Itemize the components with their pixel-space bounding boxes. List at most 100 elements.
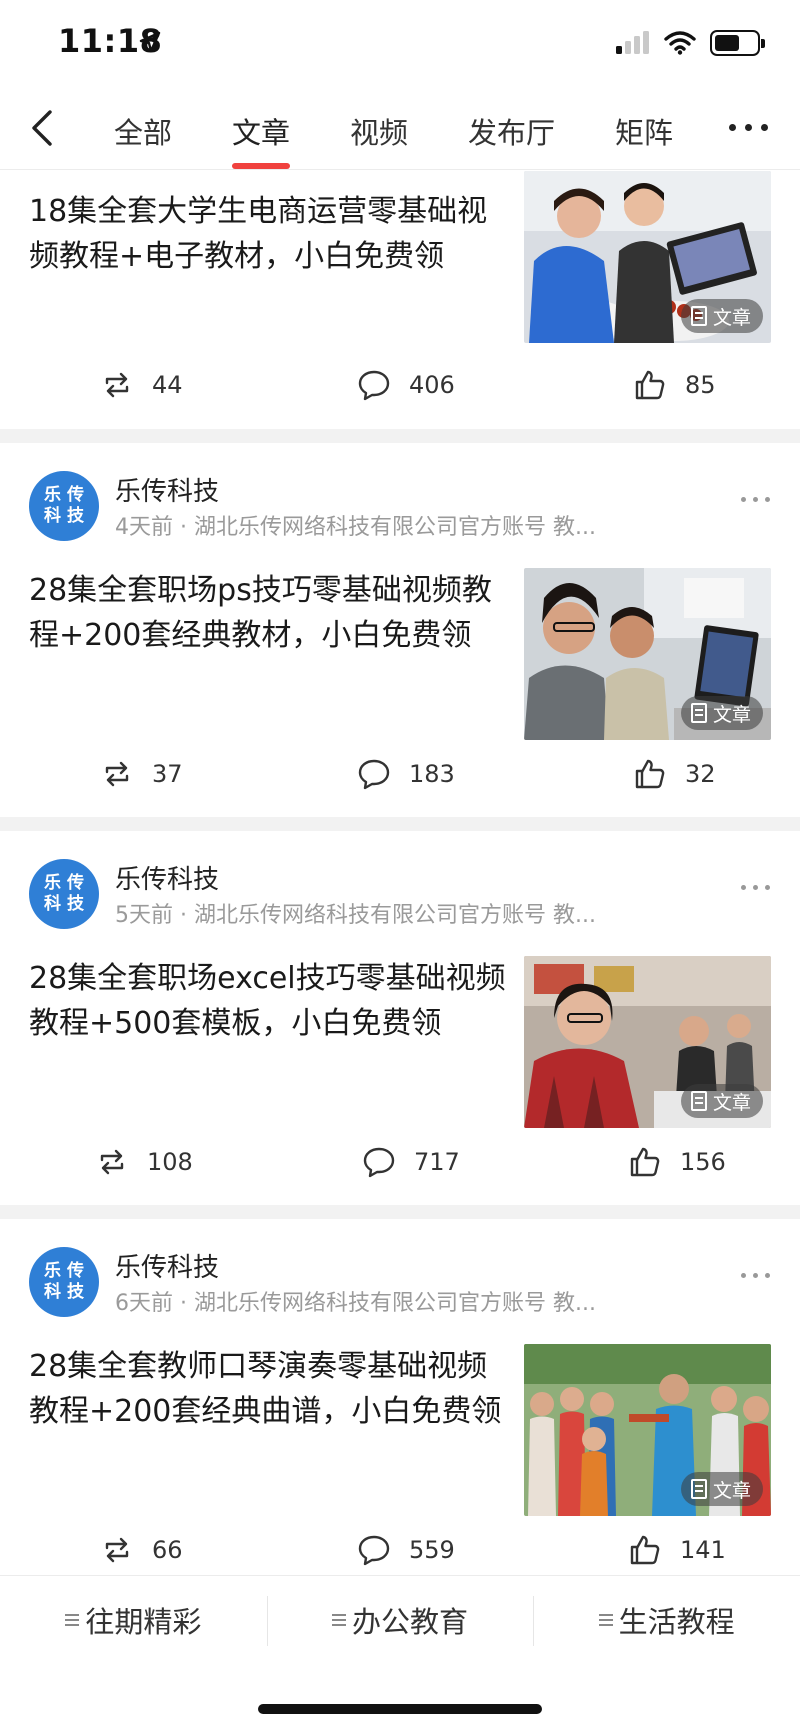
card-more-icon[interactable] [741,497,770,502]
card-separator [0,429,800,443]
article-title[interactable]: 18集全套大学生电商运营零基础视频教程+电子教材，小白免费领 [29,189,509,279]
author-avatar[interactable]: 乐传 科技 [29,471,99,541]
comment-icon [358,759,390,790]
bottom-item-past-highlights[interactable]: 往期精彩 [0,1576,267,1663]
thumbs-up-icon [630,1147,660,1177]
badge-label: 文章 [712,703,751,726]
badge-label: 文章 [712,1091,751,1114]
thumbs-up-icon [635,759,665,789]
article-actions: 37 183 32 [0,749,800,799]
document-icon [690,1479,707,1499]
article-card[interactable]: 乐传 科技 乐传科技 5天前 · 湖北乐传网络科技有限公司官方账号 教... 2… [0,831,800,1205]
article-card[interactable]: 乐传 科技 乐传科技 6天前 · 湖北乐传网络科技有限公司官方账号 教... 2… [0,1219,800,1593]
article-thumbnail[interactable]: 文章 [524,1344,771,1516]
author-avatar[interactable]: 乐传 科技 [29,1247,99,1317]
tab-publish-hall[interactable]: 发布厅 [468,110,555,152]
status-bar: 11:18 [0,0,800,88]
author-row[interactable]: 乐传 科技 乐传科技 5天前 · 湖北乐传网络科技有限公司官方账号 教... [0,831,800,941]
card-separator [0,817,800,831]
back-chevron-icon[interactable] [26,106,62,150]
author-name[interactable]: 乐传科技 [115,1247,219,1284]
article-thumbnail[interactable]: 文章 [524,568,771,740]
repost-icon [100,1149,124,1175]
article-card[interactable]: 18集全套大学生电商运营零基础视频教程+电子教材，小白免费领 文章 44 406… [0,171,800,429]
thumbs-up-icon [630,1535,660,1565]
repost-count: 44 [152,371,183,399]
author-row[interactable]: 乐传 科技 乐传科技 4天前 · 湖北乐传网络科技有限公司官方账号 教... [0,443,800,553]
bottom-item-office-education[interactable]: 办公教育 [266,1576,534,1663]
avatar-text: 乐传 [44,485,90,505]
article-title[interactable]: 28集全套教师口琴演奏零基础视频教程+200套经典曲谱，小白免费领 [29,1344,509,1434]
repost-button[interactable]: 66 [100,1525,183,1575]
comment-button[interactable]: 717 [362,1137,460,1187]
comment-button[interactable]: 559 [357,1525,455,1575]
like-button[interactable]: 141 [628,1525,726,1575]
menu-lines-icon [65,1613,80,1627]
status-icons [616,28,765,58]
bottom-item-label: 办公教育 [352,1604,469,1639]
bottom-category-bar: 往期精彩 办公教育 生活教程 [0,1575,800,1663]
tab-articles[interactable]: 文章 [232,110,290,152]
author-name[interactable]: 乐传科技 [115,859,219,896]
comment-icon [358,1535,390,1566]
article-title[interactable]: 28集全套职场ps技巧零基础视频教程+200套经典教材，小白免费领 [29,568,509,658]
author-name[interactable]: 乐传科技 [115,471,219,508]
article-title[interactable]: 28集全套职场excel技巧零基础视频教程+500套模板，小白免费领 [29,956,509,1046]
bottom-item-label: 往期精彩 [85,1604,202,1639]
article-feed: 18集全套大学生电商运营零基础视频教程+电子教材，小白免费领 文章 44 406… [0,171,800,1593]
avatar-text: 科技 [44,506,90,526]
article-type-badge: 文章 [680,696,763,730]
article-thumbnail[interactable]: 文章 [524,956,771,1128]
repost-button[interactable]: 37 [100,749,183,799]
home-indicator[interactable] [258,1704,542,1714]
avatar-text: 科技 [44,894,90,914]
repost-count: 66 [152,1536,183,1564]
like-button[interactable]: 32 [633,749,716,799]
article-actions: 44 406 85 [0,360,800,410]
menu-lines-icon [598,1613,613,1627]
badge-label: 文章 [712,306,751,329]
wifi-icon [664,31,696,55]
bottom-item-life-tutorials[interactable]: 生活教程 [533,1576,800,1663]
card-more-icon[interactable] [741,885,770,890]
document-icon [690,306,707,326]
card-separator [0,1205,800,1219]
tab-videos[interactable]: 视频 [350,110,408,152]
author-meta: 5天前 · 湖北乐传网络科技有限公司官方账号 教... [115,903,596,928]
like-button[interactable]: 156 [628,1137,726,1187]
bottom-item-label: 生活教程 [618,1604,735,1639]
tab-matrix[interactable]: 矩阵 [615,110,673,152]
menu-lines-icon [332,1613,346,1627]
comment-icon [358,370,390,401]
repost-count: 37 [152,760,183,788]
article-type-badge: 文章 [680,299,763,333]
avatar-text: 乐传 [44,1261,90,1281]
comment-count: 717 [414,1148,460,1176]
author-avatar[interactable]: 乐传 科技 [29,859,99,929]
badge-label: 文章 [712,1479,751,1502]
battery-icon [710,30,765,56]
author-meta: 6天前 · 湖北乐传网络科技有限公司官方账号 教... [115,1291,596,1316]
more-menu-icon[interactable] [729,124,768,131]
avatar-text: 乐传 [44,873,90,893]
like-count: 156 [680,1148,726,1176]
like-button[interactable]: 85 [633,360,716,410]
like-count: 85 [685,371,716,399]
comment-button[interactable]: 183 [357,749,455,799]
comment-icon [363,1147,395,1178]
like-count: 32 [685,760,716,788]
repost-button[interactable]: 44 [100,360,183,410]
location-arrow-icon [139,31,161,53]
comment-button[interactable]: 406 [357,360,455,410]
author-row[interactable]: 乐传 科技 乐传科技 6天前 · 湖北乐传网络科技有限公司官方账号 教... [0,1219,800,1329]
article-card[interactable]: 乐传 科技 乐传科技 4天前 · 湖北乐传网络科技有限公司官方账号 教... 2… [0,443,800,817]
like-count: 141 [680,1536,726,1564]
battery-level [715,35,739,51]
document-icon [690,703,707,723]
tab-bar: 全部 文章 视频 发布厅 矩阵 [0,88,800,170]
card-more-icon[interactable] [741,1273,770,1278]
author-meta: 4天前 · 湖北乐传网络科技有限公司官方账号 教... [115,515,596,540]
tab-all[interactable]: 全部 [114,110,172,152]
repost-button[interactable]: 108 [95,1137,193,1187]
article-thumbnail[interactable]: 文章 [524,171,771,343]
